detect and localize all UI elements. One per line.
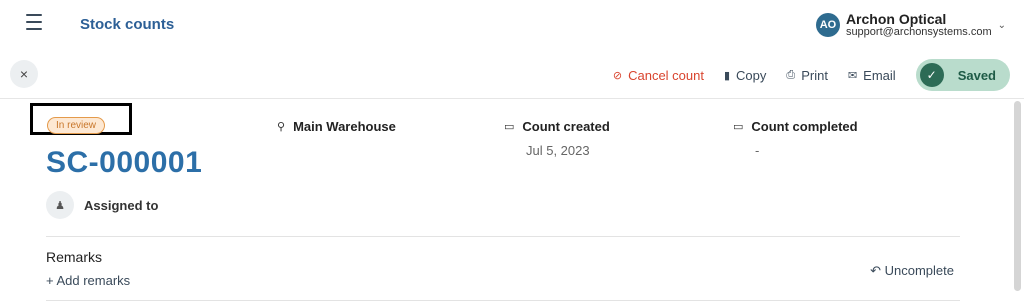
print-label: Print xyxy=(801,67,828,83)
document-id: SC-000001 xyxy=(46,146,203,179)
count-completed-title: Count completed xyxy=(751,119,858,134)
copy-button[interactable]: ▮ Copy xyxy=(724,68,766,83)
calendar-icon: ▭ xyxy=(504,121,515,133)
envelope-icon: ✉ xyxy=(847,69,858,82)
cancel-count-button[interactable]: ⊘ Cancel count xyxy=(613,68,704,83)
count-completed-value: - xyxy=(755,143,760,158)
email-label: Email xyxy=(863,67,896,83)
hamburger-icon[interactable] xyxy=(26,14,48,34)
chevron-down-icon: ⌄ xyxy=(997,19,1006,31)
action-bar: × ⊘ Cancel count ▮ Copy ⎙ Print ✉ Email … xyxy=(0,56,1024,96)
uncomplete-label: Uncomplete xyxy=(884,263,954,278)
page-title: Stock counts xyxy=(80,16,175,33)
account-email: support@archonsystems.com xyxy=(845,26,992,38)
saved-button[interactable]: ✓ Saved xyxy=(915,59,1010,91)
saved-label: Saved xyxy=(957,67,996,83)
user-icon: ♟ xyxy=(46,191,74,219)
undo-icon: ↶ xyxy=(870,263,885,278)
account-name: Archon Optical xyxy=(845,11,947,27)
account-menu[interactable]: AO Archon Optical support@archonsystems.… xyxy=(815,10,1006,40)
add-remarks-link[interactable]: + Add remarks xyxy=(46,273,130,288)
document-actions: ⊘ Cancel count ▮ Copy ⎙ Print ✉ Email ✓ … xyxy=(613,59,1010,91)
cancel-count-label: Cancel count xyxy=(628,67,704,83)
warehouse-field[interactable]: ⚲ Main Warehouse xyxy=(277,119,396,134)
email-button[interactable]: ✉ Email xyxy=(848,68,896,83)
warehouse-label: ⚲ Main Warehouse xyxy=(277,119,396,134)
scrollbar[interactable] xyxy=(1014,101,1021,291)
count-created-title: Count created xyxy=(522,119,610,134)
avatar: AO xyxy=(815,13,840,37)
count-created-value: Jul 5, 2023 xyxy=(526,143,590,158)
check-icon: ✓ xyxy=(919,63,944,87)
divider xyxy=(46,300,960,301)
assigned-to-field[interactable]: ♟ Assigned to xyxy=(46,191,158,219)
print-button[interactable]: ⎙ Print xyxy=(786,68,828,83)
divider xyxy=(46,236,960,237)
count-completed-field: ▭ Count completed - xyxy=(733,119,858,158)
warehouse-name: Main Warehouse xyxy=(293,119,396,134)
status-badge: In review xyxy=(47,117,106,134)
copy-label: Copy xyxy=(736,67,767,83)
top-bar: Stock counts AO Archon Optical support@a… xyxy=(0,0,1024,50)
count-completed-label: ▭ Count completed xyxy=(733,119,858,134)
account-info: Archon Optical support@archonsystems.com xyxy=(846,12,992,38)
copy-icon: ▮ xyxy=(723,69,731,82)
document-content: In review SC-000001 ⚲ Main Warehouse ▭ C… xyxy=(0,98,1024,303)
calendar-icon: ▭ xyxy=(733,121,744,133)
uncomplete-button[interactable]: ↶ Uncomplete xyxy=(870,263,954,279)
location-pin-icon: ⚲ xyxy=(277,121,286,133)
count-created-label: ▭ Count created xyxy=(504,119,610,134)
remarks-title: Remarks xyxy=(46,249,103,265)
assigned-to-label: Assigned to xyxy=(84,197,159,213)
count-created-field: ▭ Count created Jul 5, 2023 xyxy=(504,119,610,158)
printer-icon: ⎙ xyxy=(786,68,796,81)
ban-icon: ⊘ xyxy=(612,69,623,82)
close-button[interactable]: × xyxy=(10,60,38,88)
